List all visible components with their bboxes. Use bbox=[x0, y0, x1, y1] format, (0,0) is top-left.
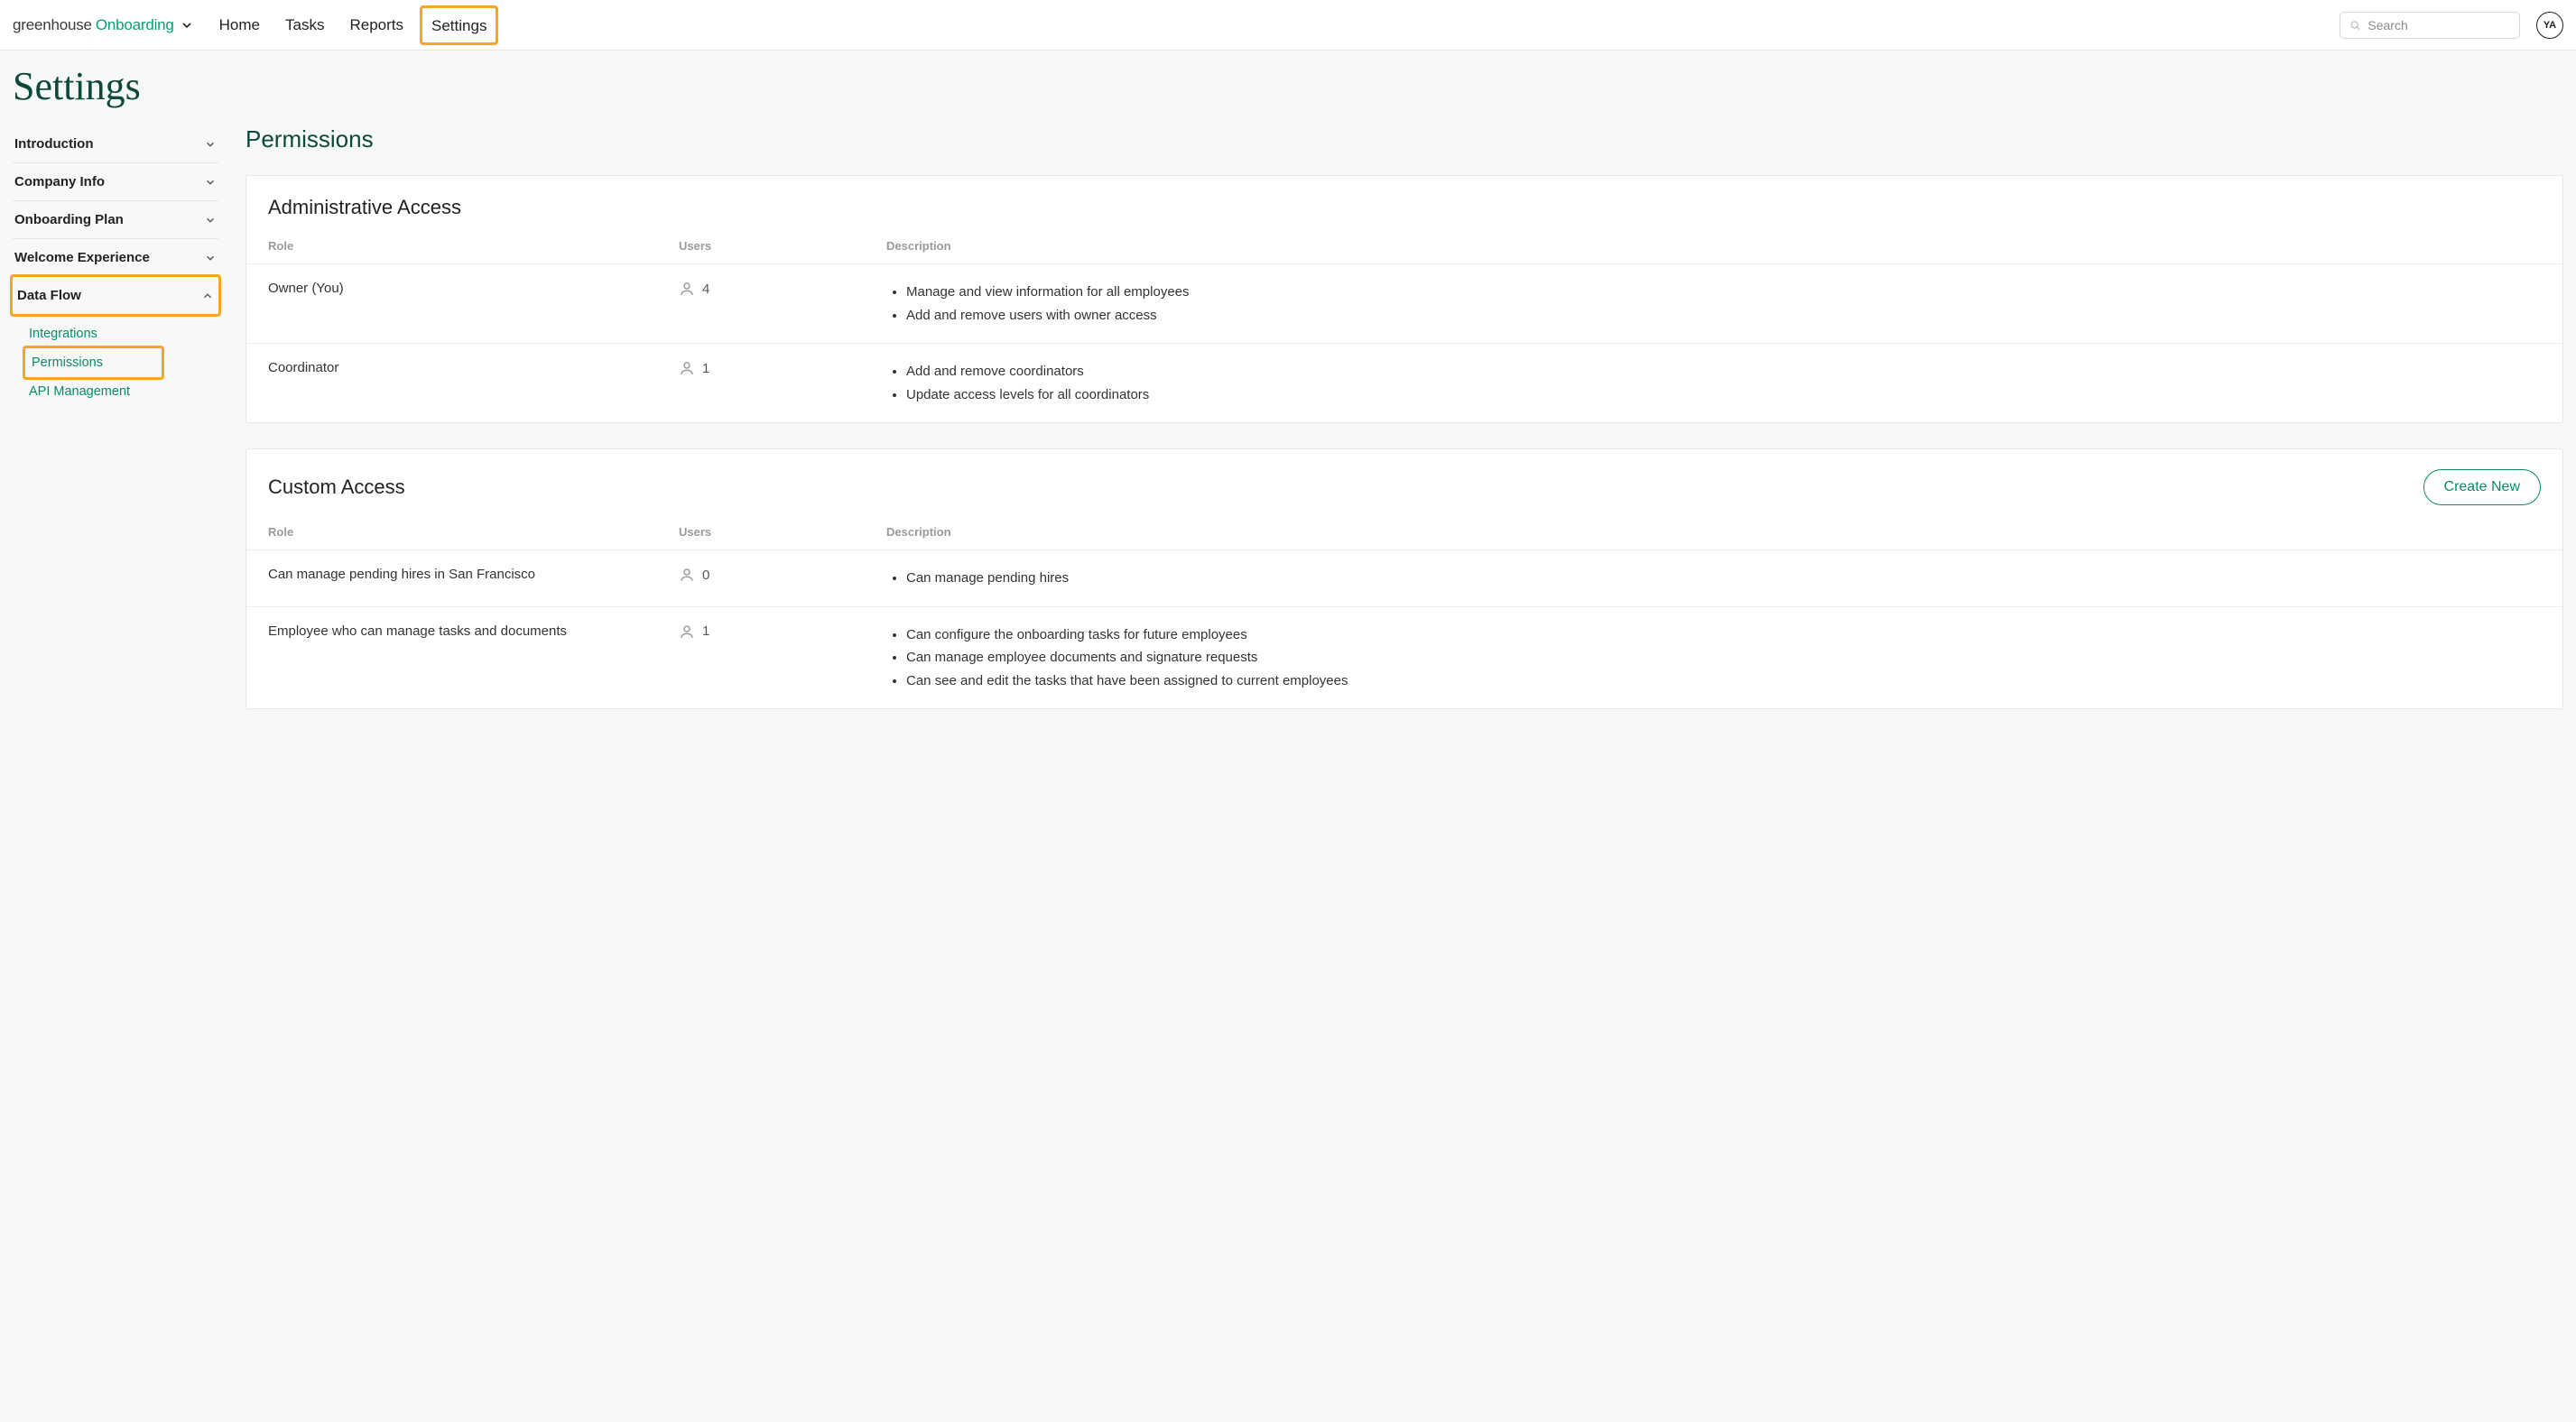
sidebar-group-onboarding-plan[interactable]: Onboarding Plan bbox=[13, 201, 218, 239]
col-users-header: Users bbox=[679, 525, 886, 539]
user-icon bbox=[679, 360, 695, 376]
nav-reports[interactable]: Reports bbox=[347, 4, 405, 47]
user-icon bbox=[679, 281, 695, 297]
chevron-down-icon bbox=[204, 252, 217, 264]
table-row[interactable]: Owner (You) 4 Manage and view informatio… bbox=[246, 263, 2562, 343]
sidebar-group-introduction[interactable]: Introduction bbox=[13, 125, 218, 163]
desc-item: Can manage employee documents and signat… bbox=[906, 646, 2541, 669]
panel-admin-title: Administrative Access bbox=[268, 196, 461, 219]
users-cell: 0 bbox=[679, 567, 886, 583]
user-icon bbox=[679, 567, 695, 583]
desc-cell: Can manage pending hires bbox=[886, 567, 2541, 590]
role-cell: Employee who can manage tasks and docume… bbox=[268, 623, 679, 639]
sidebar-item-integrations[interactable]: Integrations bbox=[25, 319, 218, 348]
settings-sidebar: Introduction Company Info Onboarding Pla… bbox=[13, 125, 218, 408]
sidebar-group-welcome-experience[interactable]: Welcome Experience bbox=[13, 239, 218, 277]
desc-cell: Can configure the onboarding tasks for f… bbox=[886, 623, 2541, 693]
users-count: 1 bbox=[702, 361, 709, 376]
sidebar-group-company-info[interactable]: Company Info bbox=[13, 163, 218, 201]
search-box[interactable] bbox=[2340, 12, 2520, 39]
sidebar-group-label: Introduction bbox=[14, 136, 93, 152]
sidebar-item-permissions[interactable]: Permissions bbox=[23, 346, 164, 380]
main-title: Permissions bbox=[246, 125, 2563, 153]
sidebar-item-api-management[interactable]: API Management bbox=[25, 377, 218, 406]
role-cell: Can manage pending hires in San Francisc… bbox=[268, 567, 679, 582]
desc-item: Update access levels for all coordinator… bbox=[906, 383, 2541, 407]
sidebar-group-label: Welcome Experience bbox=[14, 250, 150, 265]
main-nav: Home Tasks Reports Settings bbox=[218, 4, 2340, 47]
chevron-down-icon bbox=[204, 176, 217, 189]
nav-tasks[interactable]: Tasks bbox=[283, 4, 326, 47]
admin-table-header: Role Users Description bbox=[246, 226, 2562, 263]
col-desc-header: Description bbox=[886, 525, 2541, 539]
sidebar-group-data-flow[interactable]: Data Flow bbox=[10, 274, 221, 317]
users-count: 1 bbox=[702, 623, 709, 639]
nav-home[interactable]: Home bbox=[218, 4, 262, 47]
desc-item: Add and remove coordinators bbox=[906, 360, 2541, 383]
desc-cell: Manage and view information for all empl… bbox=[886, 281, 2541, 327]
chevron-down-icon[interactable] bbox=[180, 18, 194, 32]
desc-item: Add and remove users with owner access bbox=[906, 304, 2541, 328]
panel-custom-access: Custom Access Create New Role Users Desc… bbox=[246, 448, 2563, 709]
page-title: Settings bbox=[13, 63, 2563, 109]
user-icon bbox=[679, 623, 695, 640]
chevron-down-icon bbox=[204, 214, 217, 226]
top-bar: greenhouseOnboarding Home Tasks Reports … bbox=[0, 0, 2576, 51]
panel-custom-title: Custom Access bbox=[268, 476, 405, 499]
panel-admin-access: Administrative Access Role Users Descrip… bbox=[246, 175, 2563, 423]
logo-secondary: Onboarding bbox=[96, 16, 174, 33]
role-cell: Owner (You) bbox=[268, 281, 679, 296]
table-row[interactable]: Employee who can manage tasks and docume… bbox=[246, 606, 2562, 709]
logo[interactable]: greenhouseOnboarding bbox=[13, 16, 194, 34]
users-count: 0 bbox=[702, 568, 709, 583]
table-row[interactable]: Coordinator 1 Add and remove coordinator… bbox=[246, 343, 2562, 422]
table-row[interactable]: Can manage pending hires in San Francisc… bbox=[246, 549, 2562, 606]
custom-table-header: Role Users Description bbox=[246, 512, 2562, 549]
chevron-down-icon bbox=[204, 138, 217, 151]
users-count: 4 bbox=[702, 282, 709, 297]
col-users-header: Users bbox=[679, 239, 886, 253]
users-cell: 4 bbox=[679, 281, 886, 297]
desc-item: Manage and view information for all empl… bbox=[906, 281, 2541, 304]
search-input[interactable] bbox=[2368, 18, 2510, 32]
desc-cell: Add and remove coordinators Update acces… bbox=[886, 360, 2541, 406]
sidebar-group-label: Company Info bbox=[14, 174, 105, 189]
role-cell: Coordinator bbox=[268, 360, 679, 375]
chevron-up-icon bbox=[201, 290, 214, 302]
logo-primary: greenhouse bbox=[13, 16, 92, 33]
create-new-button[interactable]: Create New bbox=[2423, 469, 2541, 505]
avatar[interactable]: YA bbox=[2536, 12, 2563, 39]
search-icon bbox=[2349, 19, 2360, 32]
sidebar-sublist-data-flow: Integrations Permissions API Management bbox=[13, 314, 218, 408]
sidebar-group-label: Onboarding Plan bbox=[14, 212, 124, 227]
sidebar-group-label: Data Flow bbox=[17, 288, 81, 303]
col-desc-header: Description bbox=[886, 239, 2541, 253]
desc-item: Can manage pending hires bbox=[906, 567, 2541, 590]
col-role-header: Role bbox=[268, 239, 679, 253]
main-content: Permissions Administrative Access Role U… bbox=[246, 125, 2563, 734]
users-cell: 1 bbox=[679, 360, 886, 376]
nav-settings[interactable]: Settings bbox=[420, 5, 498, 45]
desc-item: Can see and edit the tasks that have bee… bbox=[906, 669, 2541, 693]
desc-item: Can configure the onboarding tasks for f… bbox=[906, 623, 2541, 647]
users-cell: 1 bbox=[679, 623, 886, 640]
col-role-header: Role bbox=[268, 525, 679, 539]
